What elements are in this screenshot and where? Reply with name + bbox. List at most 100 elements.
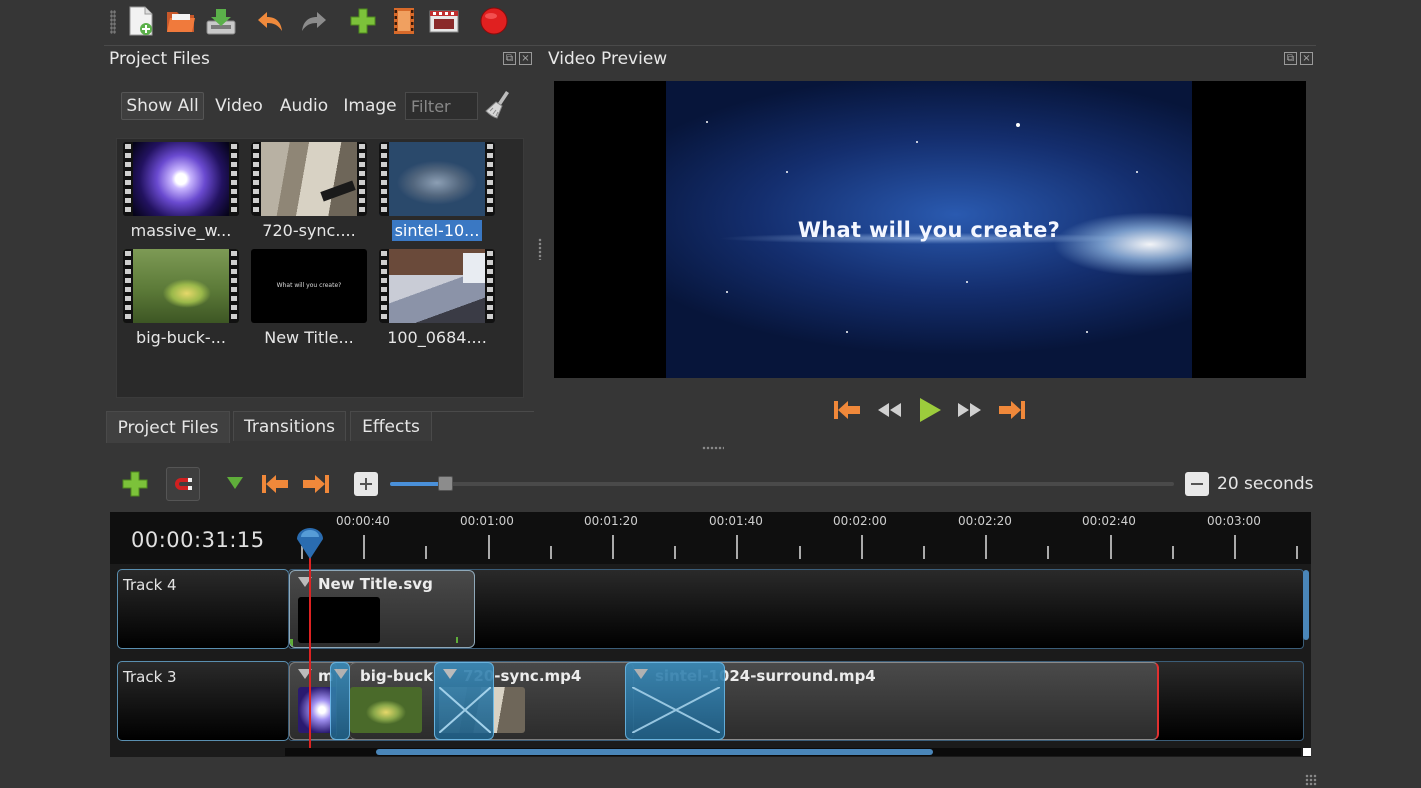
ruler-tick (550, 546, 552, 559)
star (726, 291, 728, 293)
file-item-big-buck[interactable]: big-buck-... (120, 246, 242, 352)
ruler-tick (1110, 535, 1112, 559)
open-project-button[interactable] (164, 4, 198, 38)
save-project-button[interactable] (204, 4, 238, 38)
ruler-tick (1234, 535, 1236, 559)
clip-menu-icon[interactable] (634, 669, 648, 679)
file-thumbnail (379, 142, 495, 216)
redo-button[interactable] (296, 4, 330, 38)
star (966, 281, 968, 283)
fast-forward-button[interactable] (953, 396, 987, 424)
folder-open-icon (167, 12, 195, 32)
file-name: sintel-10... (376, 220, 498, 241)
timeline-vscroll-thumb[interactable] (1303, 570, 1309, 640)
file-name: big-buck-... (136, 328, 226, 347)
track-label-4[interactable]: Track 4 (117, 569, 289, 649)
close-icon[interactable]: × (1300, 52, 1313, 65)
ruler-tick (923, 546, 925, 559)
filter-input[interactable] (405, 92, 478, 120)
add-marker-button[interactable] (218, 467, 252, 501)
rewind-button[interactable] (872, 396, 906, 424)
transition-icon (439, 687, 491, 733)
undo-icon (258, 12, 282, 31)
tab-transitions[interactable]: Transitions (233, 411, 346, 441)
file-name: 720-sync.... (262, 221, 356, 240)
clip-trim-left[interactable] (290, 639, 293, 647)
clip-big-buck[interactable]: big-buck- (350, 662, 440, 740)
float-icon[interactable]: ⧉ (1284, 52, 1297, 65)
jump-end-icon (999, 401, 1025, 419)
add-track-button[interactable] (118, 467, 152, 501)
export-video-button[interactable] (427, 4, 461, 38)
previous-marker-button[interactable] (258, 467, 292, 501)
file-thumbnail (123, 249, 239, 323)
file-name: New Title... (264, 328, 354, 347)
zoom-slider-track[interactable] (390, 482, 1174, 486)
main-toolbar (104, 0, 524, 44)
jump-end-button[interactable] (995, 396, 1029, 424)
clip-trim-right[interactable] (456, 637, 458, 643)
broom-icon (485, 91, 509, 119)
clapperboard-icon (429, 10, 459, 33)
zoom-slider-handle[interactable] (438, 476, 453, 491)
snapping-toggle[interactable] (166, 467, 200, 501)
play-button[interactable] (912, 396, 946, 424)
playhead-icon (297, 528, 323, 559)
zoom-in-icon (360, 478, 372, 490)
file-item-massive[interactable]: massive_w... (120, 139, 242, 245)
filter-video-button[interactable]: Video (211, 92, 267, 120)
toolbar-grip[interactable] (110, 10, 116, 34)
playhead-line (309, 556, 311, 748)
filter-audio-button[interactable]: Audio (275, 92, 333, 120)
ruler-tick (1047, 546, 1049, 559)
tab-project-files[interactable]: Project Files (106, 411, 230, 443)
tab-effects[interactable]: Effects (350, 411, 432, 441)
transition-clip[interactable] (434, 662, 494, 740)
redo-icon (302, 12, 326, 31)
film-strip-icon (394, 8, 414, 34)
import-files-button[interactable] (346, 4, 380, 38)
zoom-out-button[interactable] (1185, 472, 1209, 496)
star (706, 121, 708, 123)
clip-new-title[interactable]: New Title.svg (289, 570, 475, 648)
clear-filter-button[interactable] (484, 90, 512, 120)
clip-menu-icon[interactable] (334, 669, 348, 679)
window-resize-grip[interactable] (1305, 774, 1317, 786)
jump-start-button[interactable] (830, 396, 864, 424)
file-item-720-sync[interactable]: 720-sync.... (248, 139, 370, 245)
float-icon[interactable]: ⧉ (503, 52, 516, 65)
file-item-new-title[interactable]: What will you create? New Title... (248, 246, 370, 352)
track-name: Track 3 (123, 668, 177, 686)
vertical-splitter[interactable] (538, 238, 542, 260)
ruler-label: 00:01:20 (584, 514, 638, 528)
new-project-button[interactable] (124, 4, 158, 38)
horizontal-splitter[interactable] (702, 446, 724, 450)
playhead-handle[interactable] (295, 527, 325, 561)
project-files-list[interactable]: massive_w... 720-sync.... sintel-10... b… (116, 138, 524, 398)
next-marker-button[interactable] (299, 467, 333, 501)
profile-button[interactable] (387, 4, 421, 38)
track-name: Track 4 (123, 576, 177, 594)
undo-button[interactable] (254, 4, 288, 38)
video-preview-dock-controls: ⧉ × (1284, 52, 1313, 65)
timeline-hscroll-thumb[interactable] (376, 749, 933, 755)
new-file-icon (129, 6, 153, 36)
file-item-100-0684[interactable]: 100_0684.... (376, 246, 498, 352)
close-icon[interactable]: × (519, 52, 532, 65)
filter-image-button[interactable]: Image (340, 92, 400, 120)
clip-menu-icon[interactable] (443, 669, 457, 679)
record-button[interactable] (477, 4, 511, 38)
video-preview-canvas[interactable]: What will you create? (554, 81, 1306, 378)
zoom-in-button[interactable] (354, 472, 378, 496)
star (1136, 171, 1138, 173)
ruler-tick (1296, 546, 1298, 559)
star (916, 141, 918, 143)
transition-clip[interactable] (330, 662, 350, 740)
project-files-dock-controls: ⧉ × (503, 52, 532, 65)
transition-clip[interactable] (625, 662, 725, 740)
file-item-sintel[interactable]: sintel-10... (376, 139, 498, 245)
filter-show-all-button[interactable]: Show All (121, 92, 204, 120)
ruler-label: 00:03:00 (1207, 514, 1261, 528)
track-label-3[interactable]: Track 3 (117, 661, 289, 741)
ruler-tick (861, 535, 863, 559)
